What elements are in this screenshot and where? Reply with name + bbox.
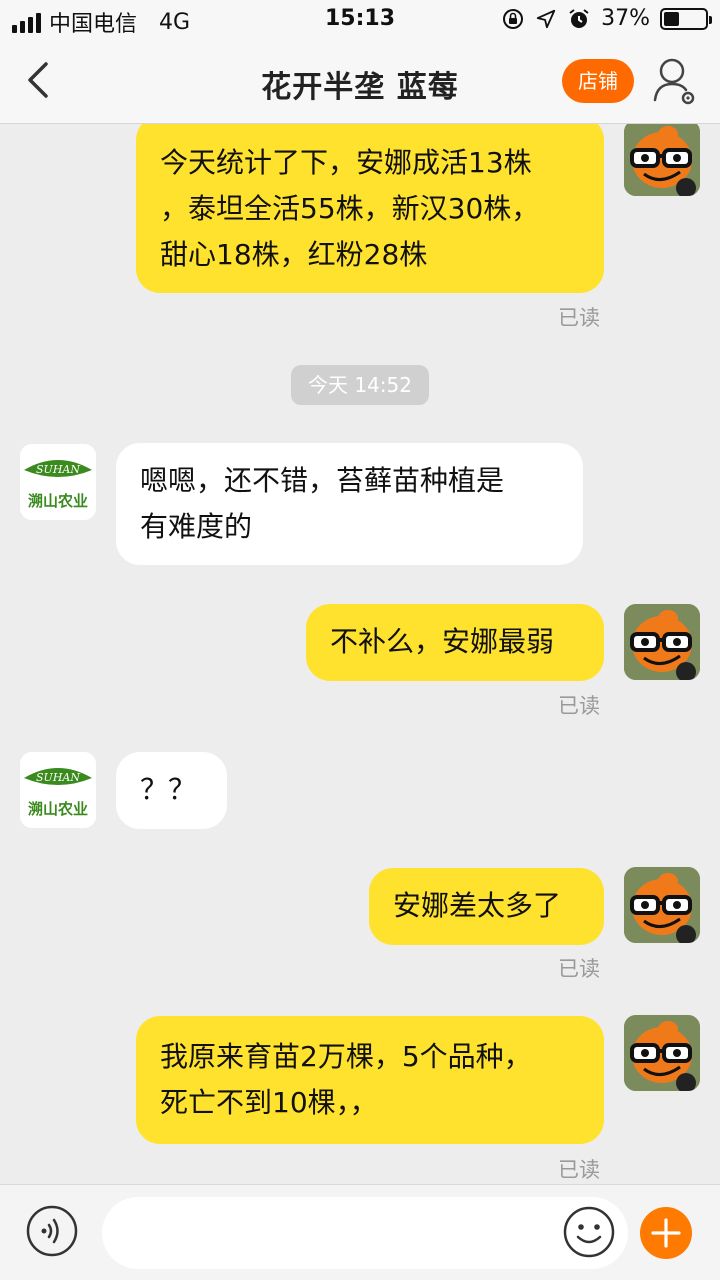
chat-screen: 中国电信 4G 15:13 37% 花开半垄 蓝莓 店铺 今天统计了下，安娜成活… xyxy=(0,0,720,1280)
message-line: 不补么，安娜最弱 xyxy=(330,625,555,658)
location-icon xyxy=(536,9,556,28)
cartoon-avatar-icon xyxy=(624,604,700,680)
time-divider: 今天 14:52 xyxy=(291,365,429,405)
logo-brand-text: SUHAN xyxy=(36,771,80,784)
cartoon-avatar-icon xyxy=(624,124,700,196)
voice-input-icon[interactable] xyxy=(26,1205,78,1257)
rotation-lock-icon xyxy=(503,8,524,29)
message-line: 我原来育苗2万棵，5个品种， xyxy=(160,1040,532,1073)
my-avatar[interactable] xyxy=(624,867,700,943)
my-avatar[interactable] xyxy=(624,604,700,680)
message-line: 嗯嗯，还不错，苔藓苗种植是 xyxy=(140,464,505,497)
store-button[interactable]: 店铺 xyxy=(562,59,634,103)
alarm-icon xyxy=(569,8,589,28)
logo-brand-text: SUHAN xyxy=(36,463,80,476)
battery-fill xyxy=(664,11,679,26)
input-bar xyxy=(0,1184,720,1280)
shop-avatar[interactable]: SUHAN 溯山农业 xyxy=(20,752,96,828)
battery-icon xyxy=(660,7,712,30)
cartoon-avatar-icon xyxy=(624,867,700,943)
message-line: ，泰坦全活55株，新汉30株， xyxy=(160,192,540,225)
message-bubble-incoming[interactable]: ？？ xyxy=(116,752,227,829)
emoji-icon[interactable] xyxy=(562,1205,616,1259)
shop-avatar[interactable]: SUHAN 溯山农业 xyxy=(20,444,96,520)
message-bubble-incoming[interactable]: 嗯嗯，还不错，苔藓苗种植是 有难度的 xyxy=(116,443,583,565)
my-avatar[interactable] xyxy=(624,124,700,196)
message-line: 死亡不到10棵，， xyxy=(160,1086,378,1119)
message-line: 安娜差太多了 xyxy=(393,889,562,922)
status-bar: 中国电信 4G 15:13 37% xyxy=(0,0,720,40)
message-list[interactable]: 今天统计了下，安娜成活13株 ，泰坦全活55株，新汉30株， 甜心18株，红粉2… xyxy=(0,124,720,1184)
my-avatar[interactable] xyxy=(624,1015,700,1091)
status-right: 37% xyxy=(501,6,712,31)
battery-percent: 37% xyxy=(601,6,650,31)
message-line: 甜心18株，红粉28株 xyxy=(160,238,428,271)
read-receipt: 已读 xyxy=(558,1158,600,1182)
read-receipt: 已读 xyxy=(558,306,600,330)
plus-icon xyxy=(651,1218,681,1248)
logo-name-text: 溯山农业 xyxy=(28,800,88,818)
cartoon-avatar-icon xyxy=(624,1015,700,1091)
message-line: 今天统计了下，安娜成活13株 xyxy=(160,146,532,179)
message-input[interactable] xyxy=(102,1197,628,1269)
logo-name-text: 溯山农业 xyxy=(28,492,88,510)
profile-settings-icon[interactable] xyxy=(652,56,698,106)
suhan-logo-icon: SUHAN 溯山农业 xyxy=(20,752,96,828)
message-line: 有难度的 xyxy=(140,510,253,543)
more-actions-button[interactable] xyxy=(640,1207,692,1259)
message-bubble-outgoing[interactable]: 不补么，安娜最弱 xyxy=(306,604,604,681)
message-bubble-outgoing[interactable]: 安娜差太多了 xyxy=(369,868,604,945)
nav-bar: 花开半垄 蓝莓 店铺 xyxy=(0,40,720,124)
suhan-logo-icon: SUHAN 溯山农业 xyxy=(20,444,96,520)
message-line: ？？ xyxy=(140,773,197,806)
message-bubble-outgoing[interactable]: 今天统计了下，安娜成活13株 ，泰坦全活55株，新汉30株， 甜心18株，红粉2… xyxy=(136,124,604,293)
read-receipt: 已读 xyxy=(558,957,600,981)
read-receipt: 已读 xyxy=(558,694,600,718)
message-bubble-outgoing[interactable]: 我原来育苗2万棵，5个品种， 死亡不到10棵，， xyxy=(136,1016,604,1144)
